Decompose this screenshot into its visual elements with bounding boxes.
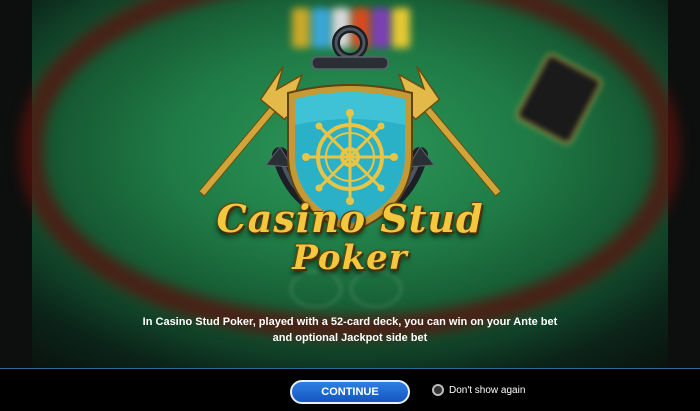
- radio-icon[interactable]: [432, 384, 444, 396]
- game-title-line1: Casino Stud: [216, 196, 484, 241]
- game-screen: Casino Stud Poker In Casino Stud Poker, …: [0, 0, 700, 411]
- intro-message: In Casino Stud Poker, played with a 52-c…: [142, 316, 558, 344]
- dont-show-again-label: Don't show again: [449, 384, 526, 396]
- continue-button[interactable]: CONTINUE: [290, 380, 410, 404]
- footer-divider: [0, 368, 700, 369]
- dont-show-again-toggle[interactable]: Don't show again: [432, 384, 525, 396]
- game-title-line2: Poker: [292, 238, 408, 278]
